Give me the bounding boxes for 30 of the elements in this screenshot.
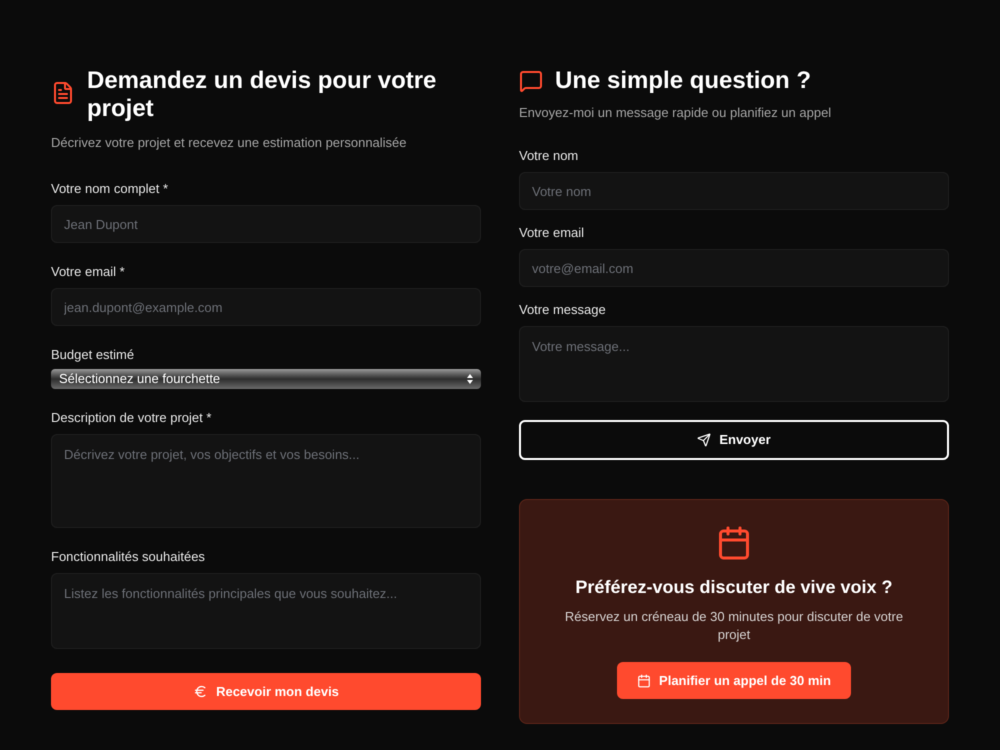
input-field[interactable]: Jean Dupont	[51, 205, 481, 243]
calendar-icon	[716, 525, 752, 561]
textarea-field[interactable]: Votre message...	[519, 326, 949, 402]
form-subtitle: Envoyez-moi un message rapide ou planifiez un appel	[519, 104, 832, 122]
document-icon	[51, 81, 75, 105]
field-label: Votre email	[519, 224, 586, 242]
field-label: Votre nom	[519, 147, 580, 165]
input-field[interactable]: votre@email.com	[519, 249, 949, 287]
select-field[interactable]: Sélectionnez une fourchette	[51, 369, 481, 389]
field-label: Budget estimé	[51, 346, 136, 364]
chat-bubble-icon	[519, 69, 543, 93]
form-subtitle: Décrivez votre projet et recevez une estimation personnalisée	[51, 134, 408, 152]
field-label: Votre nom complet *	[51, 180, 170, 198]
send-button[interactable]: Envoyer	[519, 420, 949, 460]
card-text: Réservez un créneau de 30 minutes pour discuter de votre projet	[564, 608, 904, 644]
euro-icon	[193, 684, 208, 699]
field-label: Votre email *	[51, 263, 126, 281]
field-label: Fonctionnalités souhaitées	[51, 548, 206, 566]
input-field[interactable]: jean.dupont@example.com	[51, 288, 481, 326]
field-label: Votre message	[519, 301, 607, 319]
send-icon	[697, 433, 712, 447]
form-title: Une simple question ?	[555, 67, 812, 95]
calendar-icon	[637, 674, 652, 688]
textarea-field[interactable]: Décrivez votre projet, vos objectifs et vos besoins...	[51, 434, 481, 528]
card-title: Préférez-vous discuter de vive voix ?	[575, 576, 893, 599]
up-down-caret-icon	[467, 374, 473, 384]
textarea-field[interactable]: Listez les fonctionnalités principales que vous souhaitez...	[51, 573, 481, 649]
input-field[interactable]: Votre nom	[519, 172, 949, 210]
form-title: Demandez un devis pour votre projet	[87, 67, 438, 123]
field-label: Description de votre projet *	[51, 409, 212, 427]
